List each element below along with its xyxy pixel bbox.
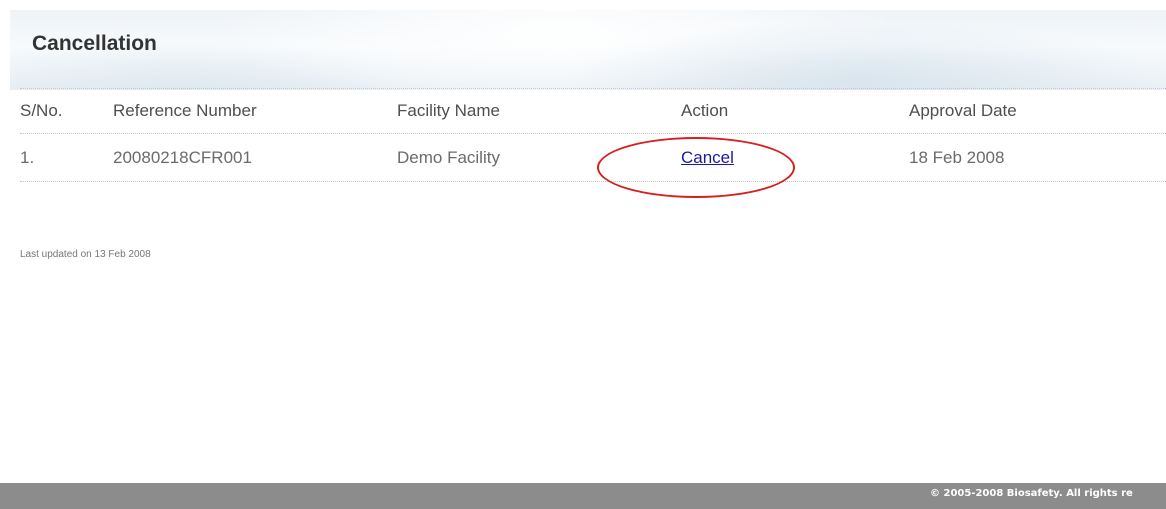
page-banner: Cancellation — [10, 10, 1166, 90]
copyright-text: © 2005-2008 Biosafety. All rights re — [930, 488, 1133, 499]
table-row: 1. 20080218CFR001 Demo Facility Cancel 1… — [20, 134, 1166, 182]
cell-reference-number: 20080218CFR001 — [113, 147, 252, 167]
header-sno: S/No. — [20, 101, 63, 120]
cell-action: Cancel — [681, 134, 734, 181]
header-reference-number: Reference Number — [113, 101, 257, 120]
cancel-link[interactable]: Cancel — [681, 148, 734, 168]
page-title: Cancellation — [32, 32, 157, 55]
cancellation-table: S/No. Reference Number Facility Name Act… — [20, 88, 1166, 182]
table-header-row: S/No. Reference Number Facility Name Act… — [20, 88, 1166, 134]
cell-approval-date: 18 Feb 2008 — [909, 147, 1005, 167]
header-facility-name: Facility Name — [397, 101, 500, 120]
header-approval-date: Approval Date — [909, 101, 1017, 120]
cell-sno: 1. — [20, 147, 35, 167]
header-action: Action — [681, 101, 729, 120]
footer-bar: © 2005-2008 Biosafety. All rights re — [0, 483, 1166, 509]
cell-facility-name: Demo Facility — [397, 147, 500, 167]
last-updated-text: Last updated on 13 Feb 2008 — [20, 249, 151, 260]
